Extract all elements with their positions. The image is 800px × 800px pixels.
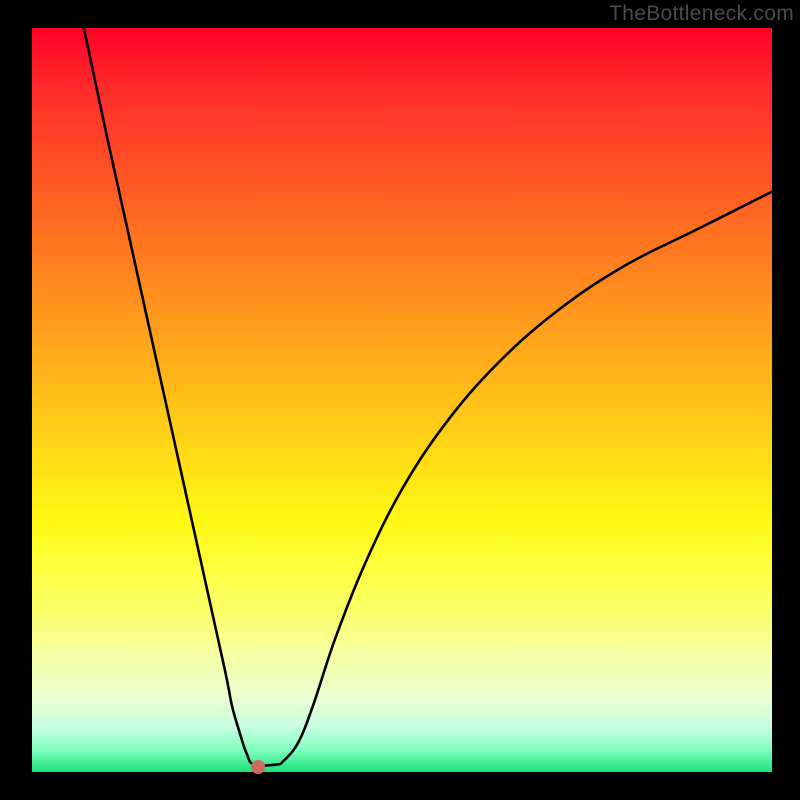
optimum-marker bbox=[251, 760, 265, 774]
watermark-text: TheBottleneck.com bbox=[609, 2, 794, 26]
curve-svg bbox=[0, 0, 800, 800]
chart-frame: TheBottleneck.com bbox=[0, 0, 800, 800]
bottleneck-curve bbox=[84, 28, 772, 766]
